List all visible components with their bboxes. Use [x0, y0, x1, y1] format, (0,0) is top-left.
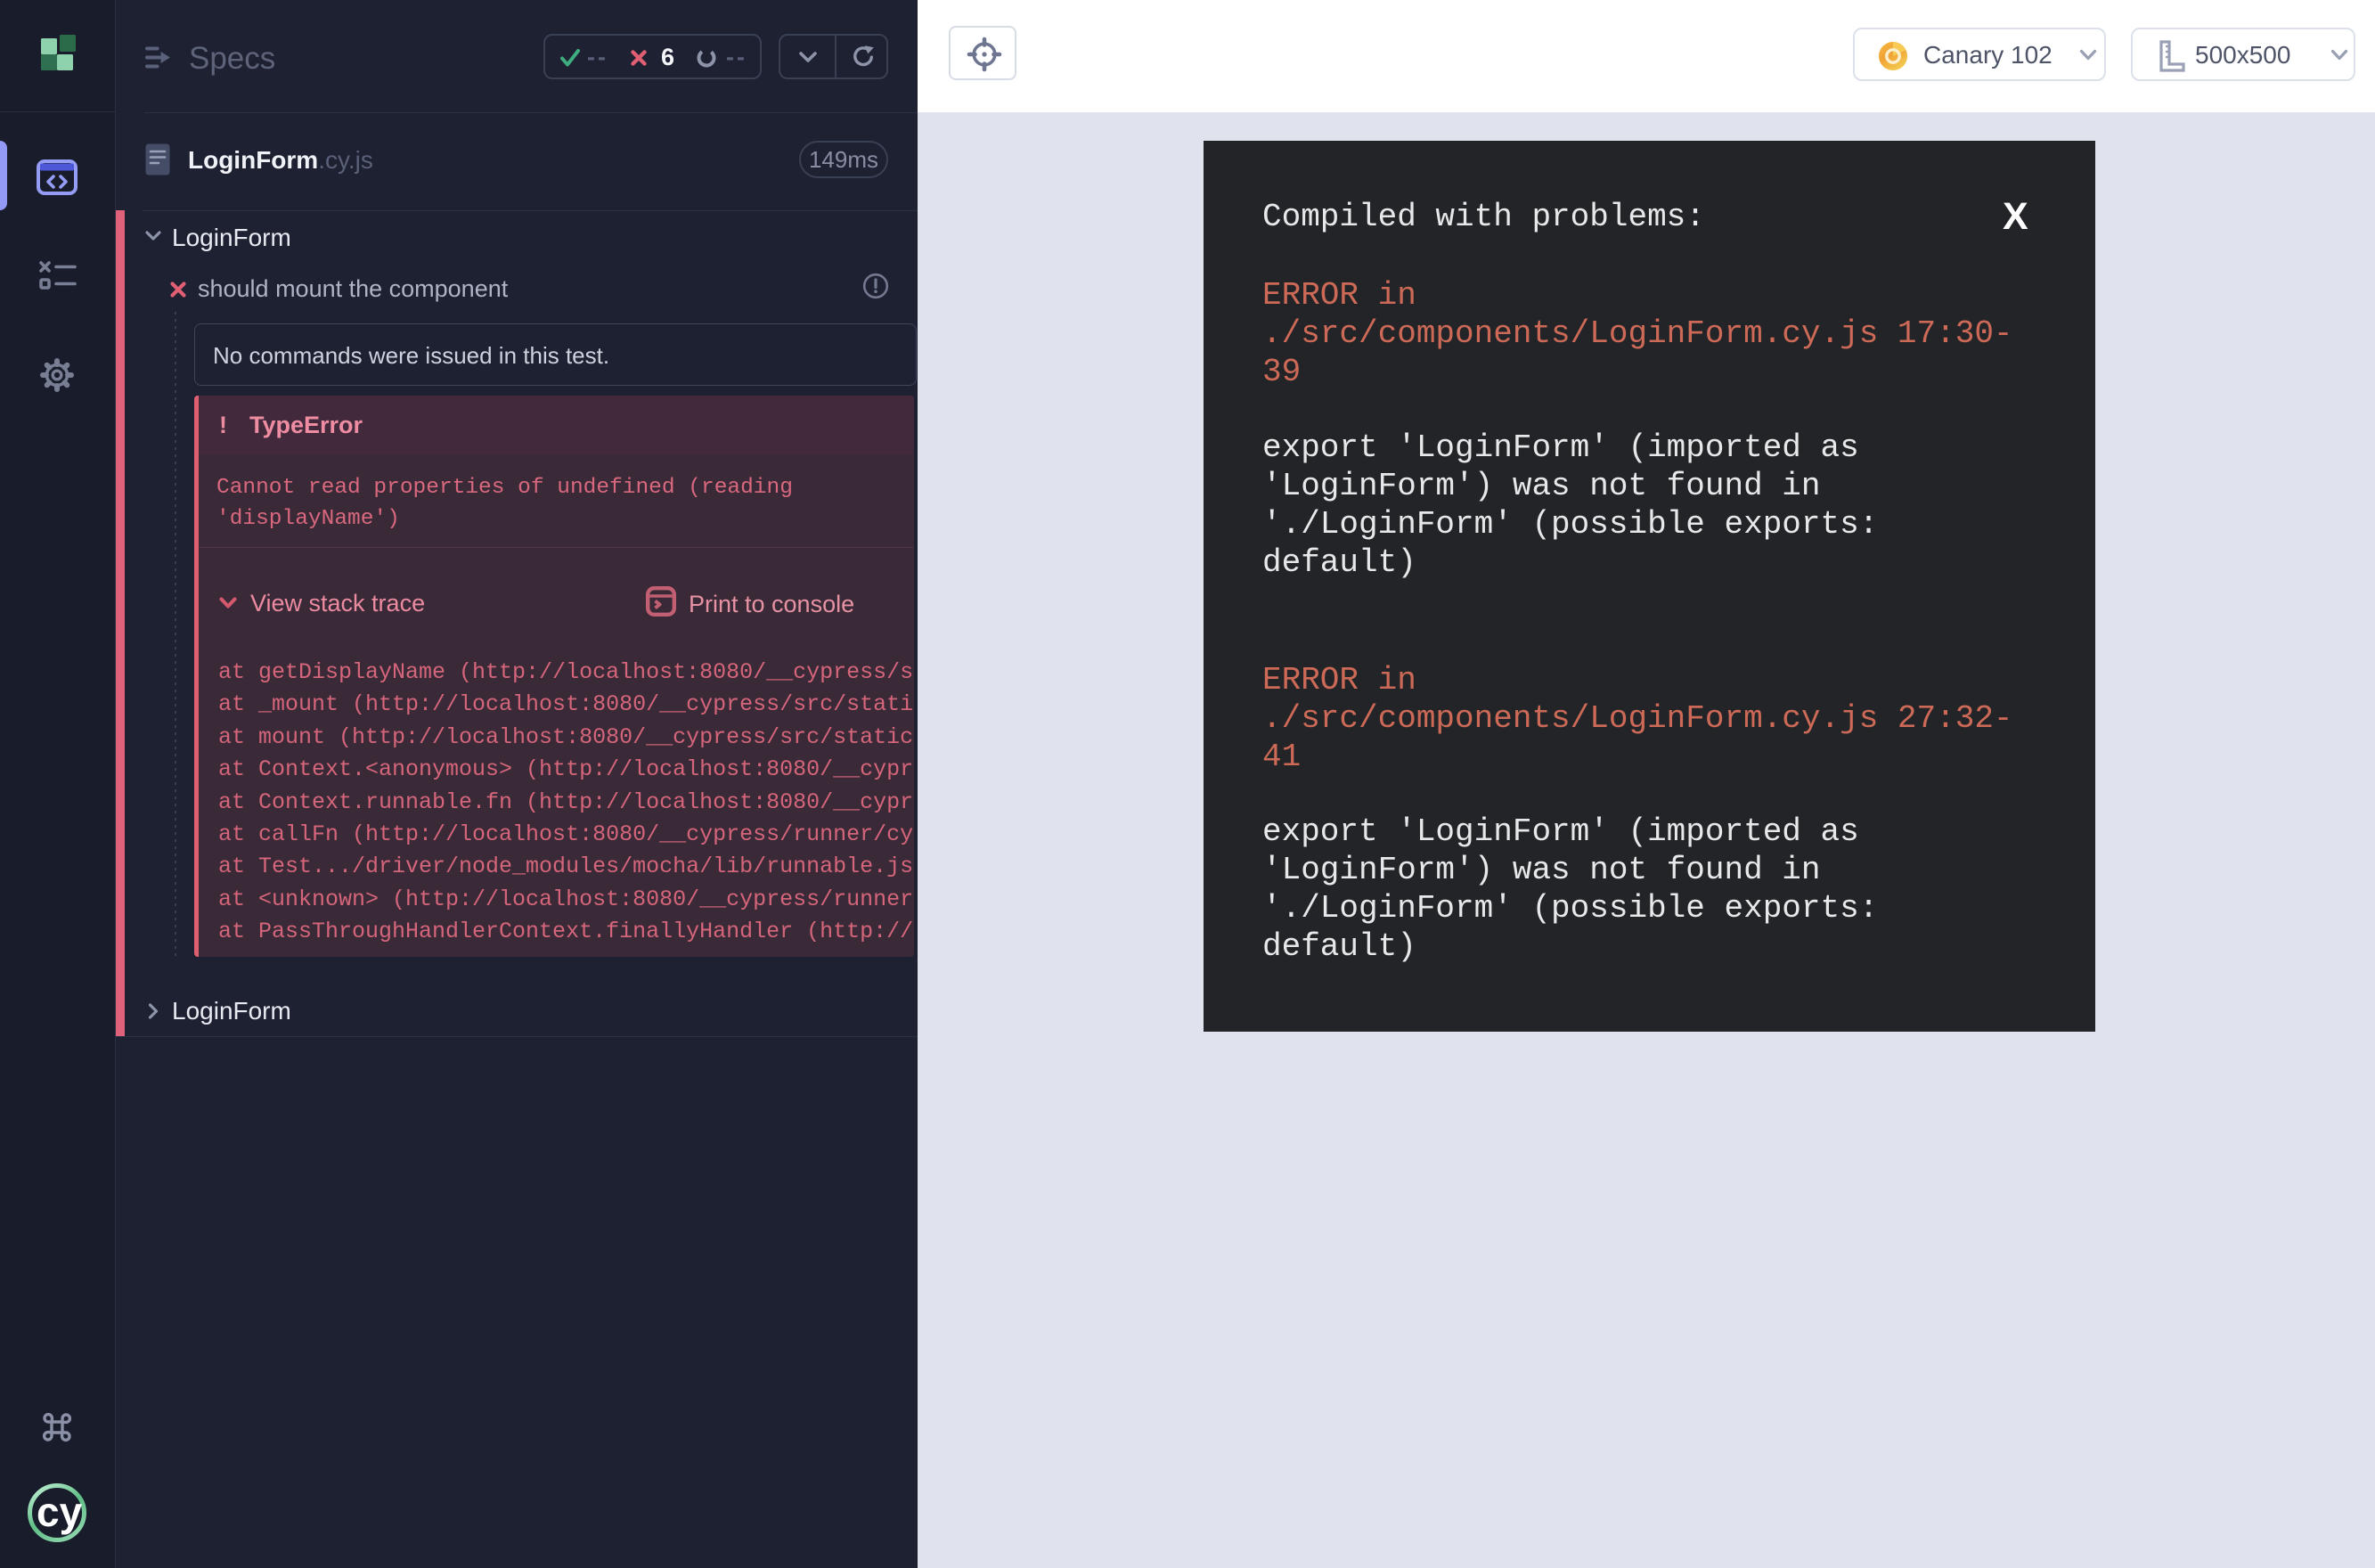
svg-text:cy: cy	[37, 1489, 83, 1535]
